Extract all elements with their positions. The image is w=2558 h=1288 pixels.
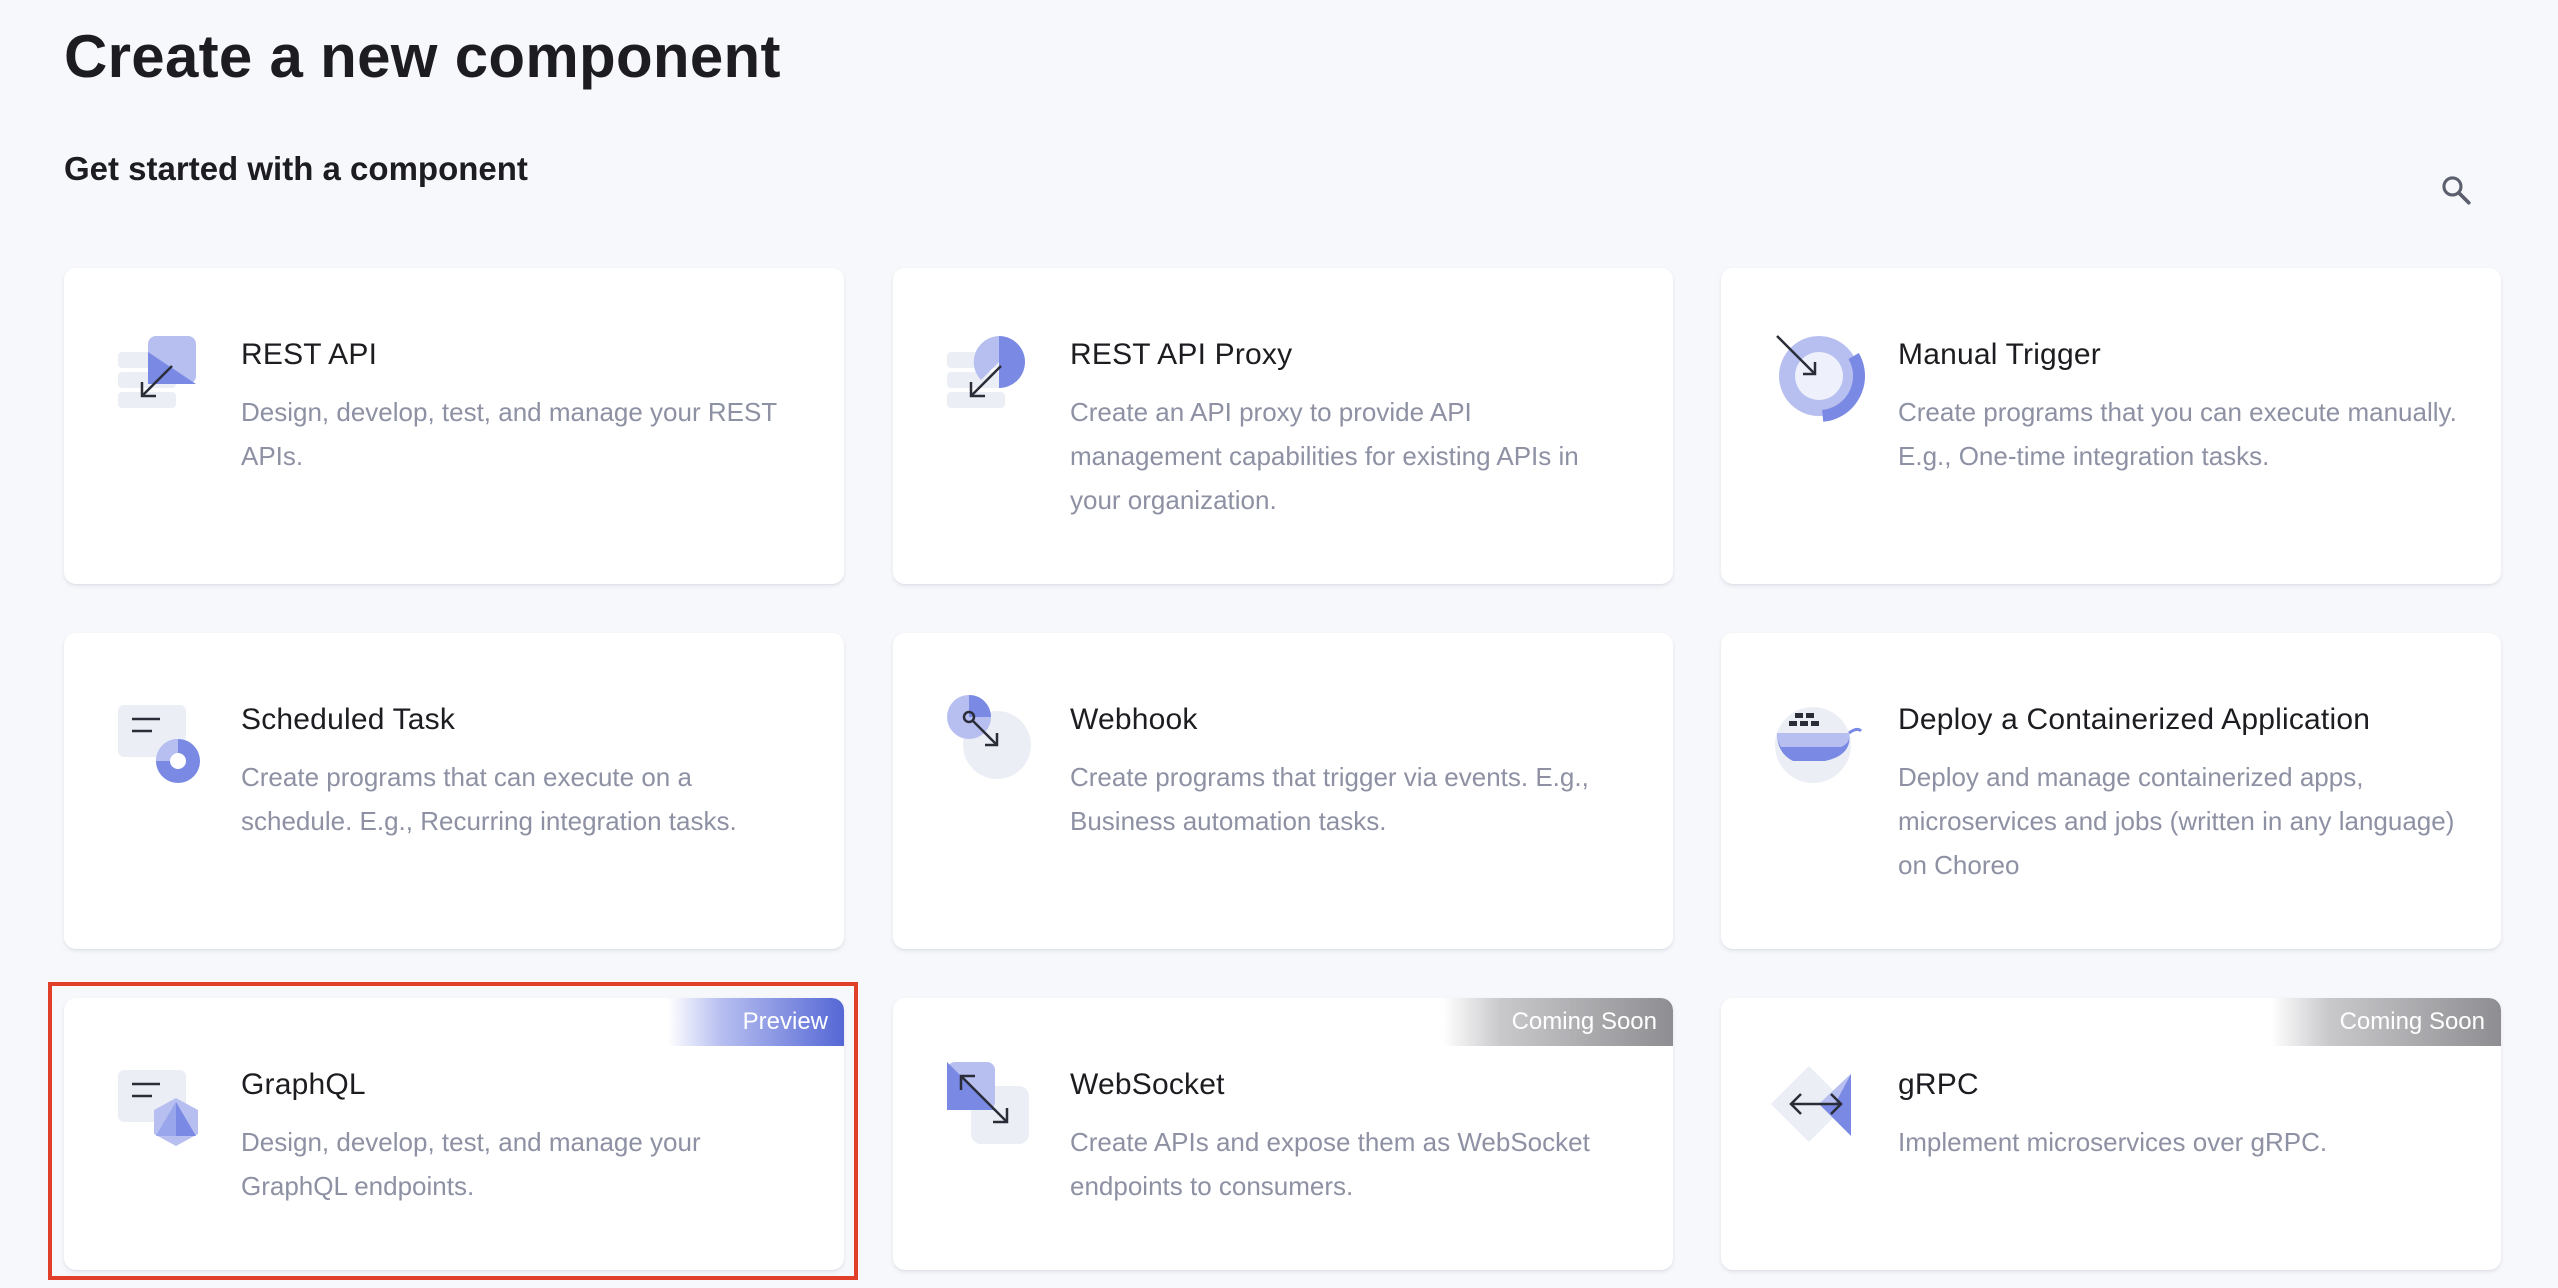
card-title: WebSocket (1070, 1068, 1225, 1101)
container-icon (1769, 693, 1865, 789)
card-rest-api-proxy[interactable]: REST API Proxy Create an API proxy to pr… (893, 268, 1673, 584)
card-rest-api[interactable]: REST API Design, develop, test, and mana… (64, 268, 844, 584)
card-title: Scheduled Task (241, 703, 456, 736)
card-title: REST API Proxy (1070, 338, 1293, 371)
scheduled-task-icon (112, 693, 208, 789)
grpc-icon (1769, 1058, 1865, 1154)
rest-api-proxy-icon (941, 328, 1037, 424)
card-description: Design, develop, test, and manage your G… (241, 1127, 701, 1201)
card-title: REST API (241, 338, 378, 371)
websocket-icon (941, 1058, 1037, 1154)
card-title: Deploy a Containerized Application (1898, 703, 2371, 736)
card-description: Design, develop, test, and manage your R… (241, 397, 777, 471)
card-description: Create programs that can execute on a sc… (241, 762, 737, 836)
card-webhook[interactable]: Webhook Create programs that trigger via… (893, 633, 1673, 949)
card-description: Create programs that trigger via events.… (1070, 762, 1589, 836)
card-manual-trigger[interactable]: Manual Trigger Create programs that you … (1721, 268, 2501, 584)
card-description: Create APIs and expose them as WebSocket… (1070, 1127, 1590, 1201)
coming-soon-badge: Coming Soon (1443, 998, 1673, 1046)
graphql-icon (112, 1058, 208, 1154)
card-description: Implement microservices over gRPC. (1898, 1127, 2328, 1157)
card-graphql[interactable]: Preview GraphQL Design, develop, test, a… (64, 998, 844, 1270)
card-title: GraphQL (241, 1068, 366, 1101)
preview-badge: Preview (668, 998, 844, 1046)
card-title: Webhook (1070, 703, 1198, 736)
card-websocket[interactable]: Coming Soon WebSocket Create APIs and ex… (893, 998, 1673, 1270)
rest-api-icon (112, 328, 208, 424)
card-title: Manual Trigger (1898, 338, 2101, 371)
card-scheduled-task[interactable]: Scheduled Task Create programs that can … (64, 633, 844, 949)
card-description: Deploy and manage containerized apps, mi… (1898, 762, 2455, 880)
coming-soon-badge: Coming Soon (2271, 998, 2501, 1046)
webhook-icon (941, 693, 1037, 789)
component-grid: REST API Design, develop, test, and mana… (0, 0, 2558, 1288)
card-description: Create an API proxy to provide API manag… (1070, 397, 1579, 515)
manual-trigger-icon (1769, 328, 1865, 424)
card-title: gRPC (1898, 1068, 1979, 1101)
card-description: Create programs that you can execute man… (1898, 397, 2457, 471)
card-grpc[interactable]: Coming Soon gRPC Implement microservices… (1721, 998, 2501, 1270)
card-deploy-containerized-application[interactable]: Deploy a Containerized Application Deplo… (1721, 633, 2501, 949)
create-component-page: Create a new component Get started with … (0, 0, 2558, 1288)
